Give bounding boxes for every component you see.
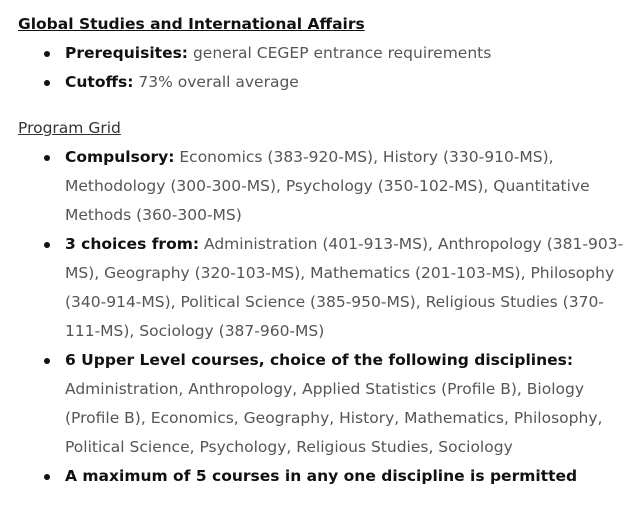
prerequisites-label: Prerequisites: <box>65 44 189 62</box>
admission-list: Prerequisites: general CEGEP entrance re… <box>18 39 628 97</box>
choices-label: 3 choices from: <box>65 235 200 253</box>
program-grid-list: Compulsory: Economics (383-920-MS), Hist… <box>18 143 628 491</box>
list-item-upper-level: 6 Upper Level courses, choice of the fol… <box>44 346 628 462</box>
cutoffs-text: 73% overall average <box>133 73 299 91</box>
list-item-compulsory: Compulsory: Economics (383-920-MS), Hist… <box>44 143 628 230</box>
list-item-maximum: A maximum of 5 courses in any one discip… <box>44 462 628 491</box>
compulsory-label: Compulsory: <box>65 148 175 166</box>
list-item-prerequisites: Prerequisites: general CEGEP entrance re… <box>44 39 628 68</box>
section-title: Global Studies and International Affairs <box>18 15 365 33</box>
program-grid-title: Program Grid <box>18 119 121 137</box>
maximum-label: A maximum of 5 courses in any one discip… <box>65 467 578 485</box>
list-item-choices: 3 choices from: Administration (401-913-… <box>44 230 628 346</box>
cutoffs-label: Cutoffs: <box>65 73 134 91</box>
upper-level-text: Administration, Anthropology, Applied St… <box>65 380 603 456</box>
upper-level-label: 6 Upper Level courses, choice of the fol… <box>65 351 574 369</box>
prerequisites-text: general CEGEP entrance requirements <box>188 44 492 62</box>
list-item-cutoffs: Cutoffs: 73% overall average <box>44 68 628 97</box>
document-page: Global Studies and International Affairs… <box>18 10 628 491</box>
